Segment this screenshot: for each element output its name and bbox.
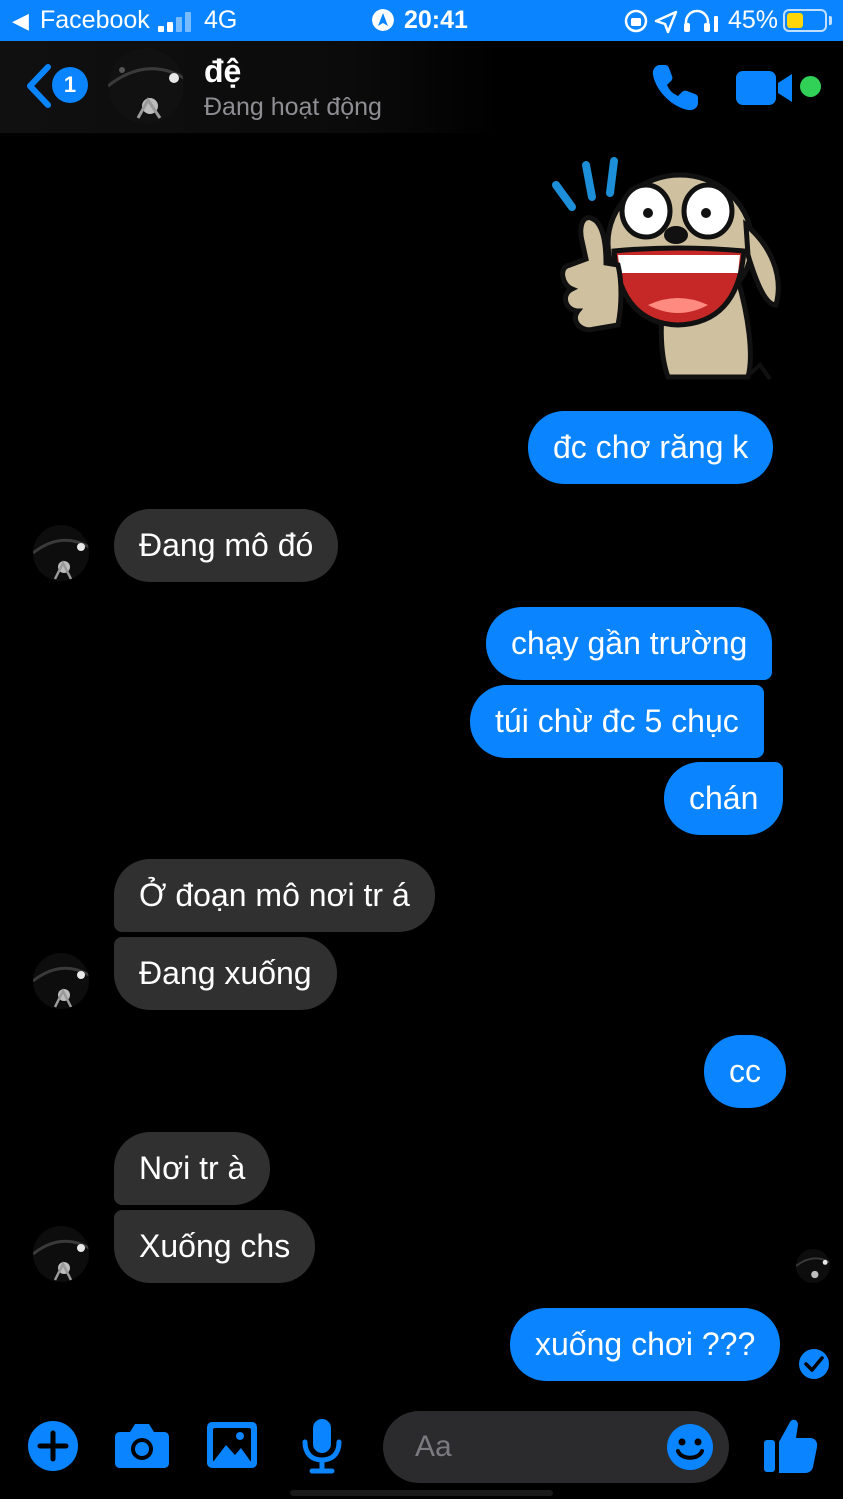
delivered-check-icon [799,1349,829,1379]
message-bubble-outgoing[interactable]: đc chơ răng k [528,411,774,484]
chat-header: 1 đệ Đang hoạt động [0,41,843,133]
message-bubble-outgoing[interactable]: chán [664,762,784,835]
signal-strength-icon [158,12,191,32]
message-input-placeholder: Aa [415,1430,452,1463]
contact-avatar-image [33,525,89,581]
message-bubble-incoming[interactable]: Đang mô đó [114,509,339,582]
camera-icon[interactable] [114,1420,170,1470]
voice-call-button[interactable] [648,59,704,115]
like-thumb-icon[interactable] [762,1416,818,1474]
message-bubble-outgoing[interactable]: túi chừ đc 5 chục [470,685,764,758]
orientation-lock-icon [624,9,648,33]
emoji-icon[interactable] [666,1423,714,1471]
back-chevron-icon [27,64,51,108]
back-to-app-label[interactable]: Facebook [40,0,150,41]
plus-icon[interactable] [27,1420,79,1472]
battery-percent: 45% [728,6,779,34]
contact-message-avatar[interactable] [33,525,89,581]
message-bubble-outgoing[interactable]: xuống chơi ??? [510,1308,781,1381]
status-bar: ◀ Facebook 4G 20:41 45% [0,0,843,41]
contact-avatar[interactable] [108,48,184,124]
battery-tip [829,16,832,25]
clock-time: 20:41 [404,6,468,34]
sticker-image [552,157,781,381]
contact-avatar-image [33,1226,89,1282]
navigation-active-icon [372,9,394,31]
contact-avatar-image [33,953,89,1009]
network-type: 4G [204,6,238,34]
message-bubble-incoming[interactable]: Đang xuống [114,937,337,1010]
video-call-button[interactable] [734,67,796,109]
contact-avatar-image [796,1249,830,1283]
contact-avatar-image [108,48,184,124]
contact-message-avatar[interactable] [33,953,89,1009]
battery-level-fill [787,13,803,28]
contact-active-status: Đang hoạt động [204,93,382,121]
headphones-icon [684,9,718,32]
microphone-icon[interactable] [300,1418,344,1474]
phone-icon [652,65,698,111]
video-camera-icon [736,71,792,105]
contact-message-avatar[interactable] [33,1226,89,1282]
battery-icon [783,9,827,32]
thumbs-up-dog-sticker[interactable] [548,155,788,385]
location-arrow-icon [654,10,678,34]
message-bubble-incoming[interactable]: Nơi tr à [114,1132,271,1205]
message-bubble-outgoing[interactable]: cc [704,1035,786,1108]
status-indicator-icons [624,9,718,34]
online-status-dot [800,76,821,97]
message-bubble-incoming[interactable]: Ở đoạn mô nơi tr á [114,859,435,932]
unread-count-badge[interactable]: 1 [52,67,88,103]
home-indicator [290,1490,553,1496]
back-to-app-arrow-icon[interactable]: ◀ [12,0,29,41]
message-input[interactable]: Aa [383,1411,729,1483]
message-bubble-outgoing[interactable]: chạy gần trường [486,607,773,680]
seen-by-avatar [796,1249,830,1283]
gallery-icon[interactable] [206,1421,258,1469]
contact-name[interactable]: đệ [204,53,241,90]
message-bubble-incoming[interactable]: Xuống chs [114,1210,316,1283]
